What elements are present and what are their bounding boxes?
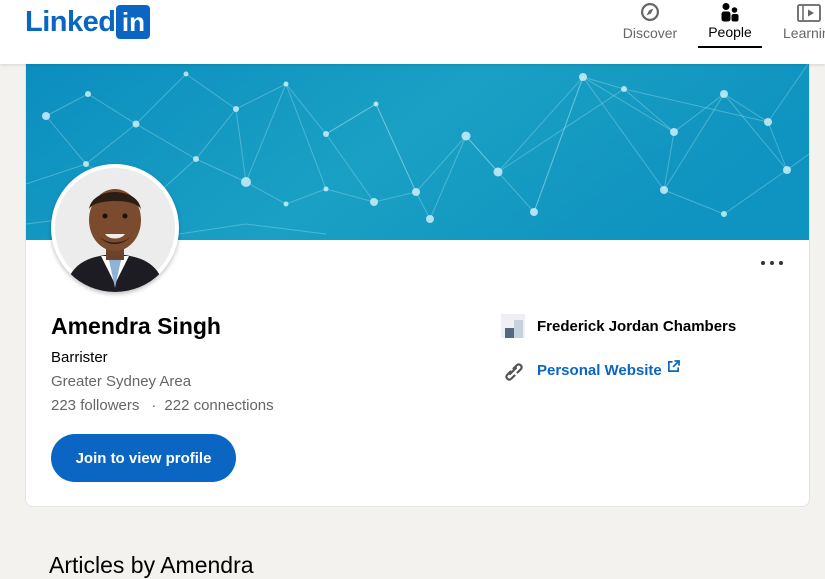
followers-count: 223 followers — [51, 397, 140, 414]
nav-discover[interactable]: Discover — [619, 0, 681, 48]
personal-website-link[interactable]: Personal Website — [537, 362, 662, 379]
people-icon — [721, 3, 739, 22]
top-navigation-bar: Linkedin Discover People Learning — [0, 0, 825, 64]
profile-location: Greater Sydney Area — [51, 373, 192, 390]
nav-people[interactable]: People — [698, 0, 762, 48]
profile-avatar — [51, 164, 179, 292]
stats-separator: · — [151, 397, 157, 414]
join-to-view-profile-button[interactable]: Join to view profile — [51, 434, 236, 482]
company-logo-icon — [501, 314, 525, 338]
profile-headline: Barrister — [51, 349, 108, 366]
profile-card: Amendra Singh Barrister Greater Sydney A… — [25, 64, 810, 507]
nav-people-label: People — [708, 24, 752, 40]
more-options-icon[interactable] — [761, 261, 785, 269]
logo-wordmark: Linked — [25, 6, 116, 38]
current-company[interactable]: Frederick Jordan Chambers — [501, 314, 736, 338]
nav-learning[interactable]: Learning — [780, 0, 825, 48]
personal-website[interactable]: Personal Website — [501, 358, 680, 382]
external-link-icon — [667, 359, 680, 372]
profile-photo — [55, 168, 175, 292]
compass-icon — [641, 3, 659, 21]
profile-stats: 223 followers · 222 connections — [51, 397, 274, 414]
profile-name: Amendra Singh — [51, 313, 221, 339]
connections-count: 222 connections — [164, 397, 274, 414]
link-icon — [505, 363, 523, 381]
linkedin-logo[interactable]: Linked in — [25, 5, 151, 39]
learning-icon — [797, 4, 821, 22]
nav-learning-label: Learning — [783, 25, 825, 41]
articles-section-heading: Articles by Amendra — [49, 552, 254, 578]
nav-discover-label: Discover — [622, 25, 678, 41]
company-name: Frederick Jordan Chambers — [537, 317, 737, 335]
active-tab-indicator — [698, 46, 762, 48]
logo-in-box: in — [116, 5, 151, 39]
